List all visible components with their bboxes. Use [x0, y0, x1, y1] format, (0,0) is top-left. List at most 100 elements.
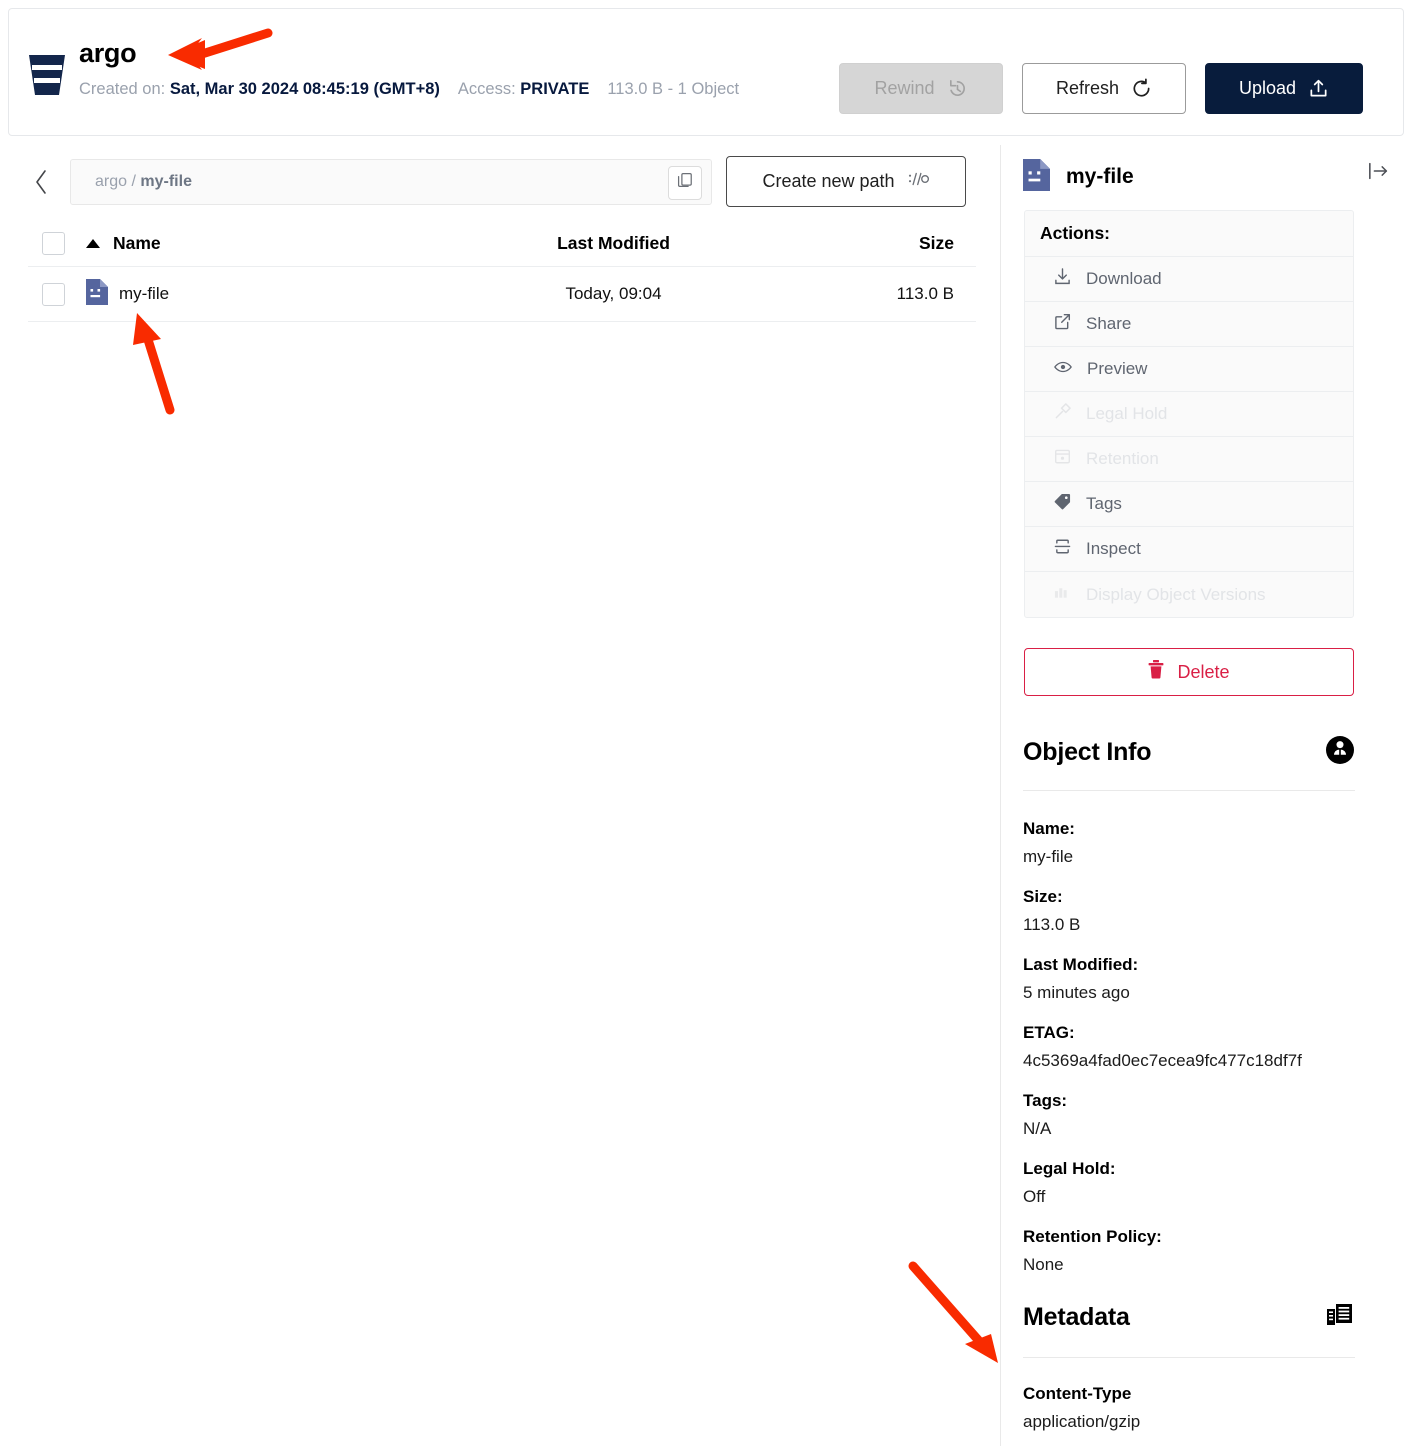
object-info-title: Object Info	[1023, 738, 1152, 766]
bucket-icon	[27, 53, 67, 97]
size-summary: 113.0 B - 1 Object	[607, 80, 740, 98]
access-group: Access: PRIVATE	[458, 80, 589, 98]
action-inspect-label: Inspect	[1086, 539, 1141, 558]
field-key-size: Size:	[1023, 887, 1063, 906]
metadata-header: Metadata	[1023, 1300, 1355, 1335]
action-retention-label: Retention	[1086, 449, 1159, 468]
create-new-path-label: Create new path	[762, 171, 895, 191]
action-display-object-versions-label: Display Object Versions	[1086, 584, 1266, 604]
refresh-button[interactable]: Refresh	[1022, 63, 1186, 114]
trash-icon	[1148, 660, 1164, 684]
download-icon	[1054, 268, 1071, 290]
annotation-arrow-metadata	[908, 1261, 998, 1363]
path-icon	[908, 170, 930, 193]
action-share-label: Share	[1086, 314, 1132, 333]
action-tags-label: Tags	[1086, 494, 1122, 513]
column-header-name[interactable]: Name	[86, 233, 476, 254]
bucket-header-text: argo Created on: Sat, Mar 30 2024 08:45:…	[79, 37, 839, 103]
action-inspect[interactable]: Inspect	[1025, 527, 1353, 572]
refresh-icon	[1131, 78, 1152, 99]
action-preview[interactable]: Preview	[1025, 347, 1353, 392]
upload-button[interactable]: Upload	[1205, 63, 1363, 114]
select-all-checkbox[interactable]	[42, 232, 65, 255]
breadcrumb-bucket[interactable]: argo	[95, 173, 127, 190]
field-key-legal-hold: Legal Hold:	[1023, 1159, 1116, 1178]
row-select-cell	[28, 282, 86, 306]
access-value: PRIVATE	[520, 80, 590, 98]
object-info-header: Object Info	[1023, 735, 1355, 770]
row-name-cell[interactable]: my-file	[86, 278, 476, 310]
metadata-rule	[1023, 1357, 1355, 1358]
object-table: Name Last Modified Size my-file Today, 0…	[28, 221, 976, 322]
breadcrumb-text: argo / my-file	[95, 173, 192, 191]
rewind-button[interactable]: Rewind	[839, 63, 1003, 114]
field-value-legal-hold: Off	[1023, 1187, 1046, 1206]
action-download-label: Download	[1086, 269, 1162, 288]
breadcrumb-current: my-file	[140, 172, 192, 190]
versions-icon	[1054, 585, 1071, 605]
field-value-size: 113.0 B	[1023, 915, 1081, 934]
back-button[interactable]	[28, 159, 56, 205]
action-share[interactable]: Share	[1025, 302, 1353, 347]
access-label: Access:	[457, 80, 516, 98]
action-preview-label: Preview	[1087, 359, 1148, 378]
calendar-icon	[1054, 448, 1071, 470]
rewind-label: Rewind	[874, 78, 935, 98]
field-value-name: my-file	[1023, 847, 1074, 866]
create-new-path-button[interactable]: Create new path	[726, 156, 966, 207]
breadcrumb-row: argo / my-file Create new path	[28, 156, 966, 207]
file-icon	[86, 278, 108, 310]
actions-list: Actions: Download Share Preview Legal Ho…	[1024, 210, 1354, 618]
bucket-header-card: argo Created on: Sat, Mar 30 2024 08:45:…	[8, 8, 1404, 136]
refresh-label: Refresh	[1055, 78, 1120, 98]
minio-object-browser-page: argo Created on: Sat, Mar 30 2024 08:45:…	[0, 0, 1412, 1446]
sort-ascending-icon	[86, 239, 100, 248]
page-title: argo	[79, 38, 137, 68]
created-on-group: Created on: Sat, Mar 30 2024 08:45:19 (G…	[79, 80, 440, 98]
panel-divider	[1000, 145, 1001, 1446]
file-icon	[1023, 158, 1050, 196]
row-name-label: my-file	[119, 284, 170, 303]
row-last-modified: Today, 09:04	[565, 284, 662, 303]
action-legal-hold: Legal Hold	[1025, 392, 1353, 437]
object-info-rule	[1023, 790, 1355, 791]
eye-icon	[1054, 359, 1072, 380]
metadata-icon	[1325, 1300, 1355, 1335]
action-retention: Retention	[1025, 437, 1353, 482]
actions-header: Actions:	[1025, 211, 1353, 257]
created-on-label: Created on:	[79, 80, 166, 98]
field-value-last-modified: 5 minutes ago	[1023, 983, 1130, 1002]
upload-label: Upload	[1238, 78, 1297, 98]
rewind-history-icon	[947, 78, 968, 99]
action-legal-hold-label: Legal Hold	[1086, 404, 1168, 423]
breadcrumb[interactable]: argo / my-file	[70, 158, 712, 205]
action-tags[interactable]: Tags	[1025, 482, 1353, 527]
action-download[interactable]: Download	[1025, 257, 1353, 302]
gavel-icon	[1054, 403, 1071, 425]
column-header-last-modified-label: Last Modified	[557, 233, 670, 253]
object-info-icon	[1325, 735, 1355, 770]
copy-icon	[677, 172, 693, 193]
field-key-etag: ETAG:	[1023, 1023, 1075, 1042]
share-icon	[1054, 313, 1071, 335]
metadata-value-content-type: application/gzip	[1023, 1412, 1141, 1431]
copy-path-button[interactable]	[668, 165, 702, 200]
column-header-last-modified[interactable]: Last Modified	[476, 233, 751, 254]
delete-label: Delete	[1177, 661, 1230, 682]
column-header-size[interactable]: Size	[751, 233, 976, 254]
delete-button[interactable]: Delete	[1024, 648, 1354, 696]
table-row[interactable]: my-file Today, 09:04 113.0 B	[28, 267, 976, 322]
detail-title: my-file	[1066, 165, 1134, 188]
table-header-row: Name Last Modified Size	[28, 221, 976, 267]
field-key-name: Name:	[1023, 819, 1075, 838]
breadcrumb-separator: /	[131, 172, 136, 190]
field-key-tags: Tags:	[1023, 1091, 1068, 1110]
field-value-tags: N/A	[1023, 1119, 1052, 1138]
close-panel-button[interactable]	[1368, 161, 1390, 186]
field-key-retention-policy: Retention Policy:	[1023, 1227, 1162, 1246]
detail-header: my-file	[1023, 153, 1391, 201]
tag-icon	[1054, 493, 1071, 515]
field-key-last-modified: Last Modified:	[1023, 955, 1139, 974]
column-header-name-label: Name	[113, 233, 161, 253]
row-checkbox[interactable]	[42, 282, 65, 306]
